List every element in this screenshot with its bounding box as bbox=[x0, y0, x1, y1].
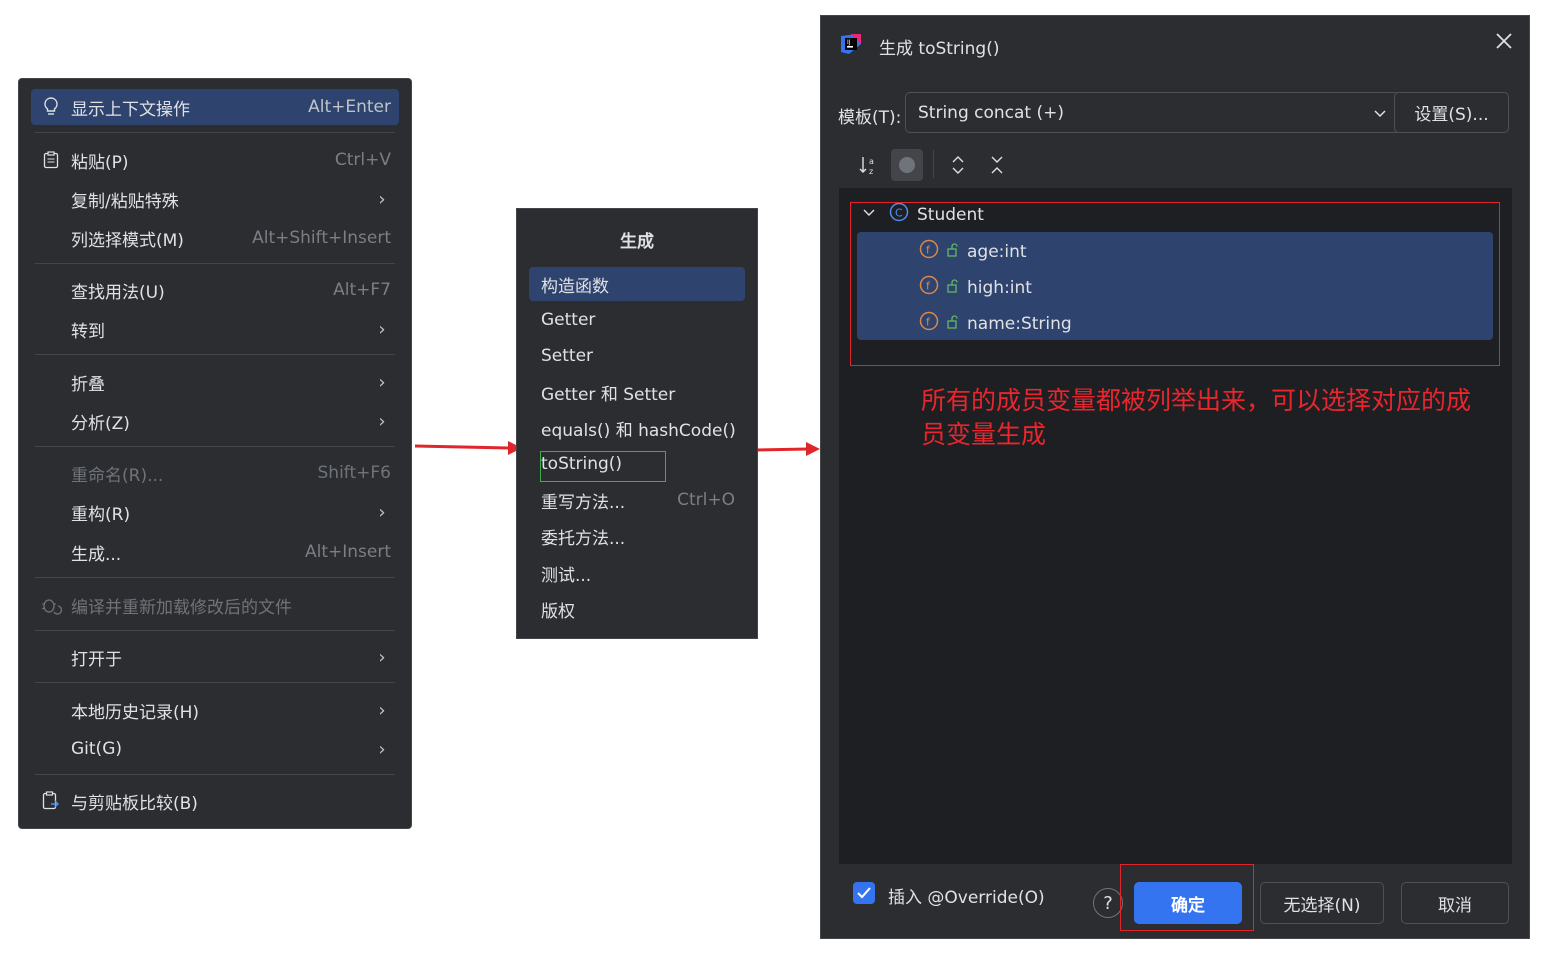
cancel-button[interactable]: 取消 bbox=[1401, 882, 1509, 924]
ok-button[interactable]: 确定 bbox=[1134, 882, 1242, 924]
settings-button[interactable]: 设置(S)... bbox=[1394, 92, 1509, 133]
template-label: 模板(T): bbox=[838, 108, 902, 128]
svg-text:z: z bbox=[869, 167, 873, 176]
gen-item-override-methods[interactable]: 重写方法... Ctrl+O bbox=[529, 483, 745, 517]
popup-title: 生成 bbox=[620, 232, 654, 252]
dialog-title: 生成 toString() bbox=[879, 39, 1000, 59]
gen-item-test[interactable]: 测试... bbox=[529, 556, 745, 590]
sort-alpha-icon[interactable]: az bbox=[854, 150, 884, 180]
gen-item-getter[interactable]: Getter bbox=[529, 303, 745, 337]
gen-item-label: 构造函数 bbox=[541, 276, 609, 297]
intellij-logo-icon: IJ bbox=[839, 32, 863, 61]
gen-item-label: 重写方法... bbox=[541, 492, 626, 513]
annotation-note: 所有的成员变量都被列举出来，可以选择对应的成员变量生成 bbox=[921, 386, 1472, 449]
close-icon[interactable] bbox=[1493, 30, 1515, 52]
toolbar-separator bbox=[933, 150, 934, 178]
gen-item-label: Getter bbox=[541, 310, 596, 330]
chevron-down-icon bbox=[1373, 103, 1387, 123]
expand-all-icon[interactable] bbox=[943, 150, 973, 180]
gen-item-copyright[interactable]: 版权 bbox=[529, 592, 745, 626]
template-dropdown[interactable]: String concat (+) bbox=[905, 92, 1400, 133]
red-arrow-icon bbox=[414, 441, 522, 455]
gen-item-shortcut: Ctrl+O bbox=[677, 490, 735, 510]
generate-tostring-dialog: IJ 生成 toString() 模板(T): String concat (+… bbox=[820, 15, 1530, 939]
highlight-box-fields bbox=[850, 202, 1500, 366]
collapse-all-icon[interactable] bbox=[982, 150, 1012, 180]
gen-item-label: Setter bbox=[541, 346, 594, 366]
gen-item-constructor[interactable]: 构造函数 bbox=[529, 267, 745, 301]
generate-popup: 生成 构造函数 Getter Setter Getter 和 Setter eq… bbox=[516, 208, 758, 639]
override-checkbox[interactable] bbox=[853, 882, 875, 904]
show-inherited-icon[interactable] bbox=[891, 149, 923, 181]
help-button[interactable]: ? bbox=[1093, 888, 1123, 918]
select-none-button[interactable]: 无选择(N) bbox=[1260, 882, 1384, 924]
gen-item-label: 测试... bbox=[541, 565, 592, 586]
template-value: String concat (+) bbox=[918, 102, 1065, 123]
gen-item-label: 版权 bbox=[541, 601, 575, 622]
member-tree: C Student f age:int f high:int f name:St… bbox=[839, 188, 1512, 864]
svg-text:IJ: IJ bbox=[847, 39, 851, 46]
gen-item-label: equals() 和 hashCode() bbox=[541, 420, 736, 441]
svg-text:a: a bbox=[869, 157, 874, 166]
red-arrow-icon bbox=[755, 442, 820, 456]
highlight-box-tostring bbox=[540, 451, 666, 482]
gen-item-label: Getter 和 Setter bbox=[541, 384, 676, 405]
gen-item-setter[interactable]: Setter bbox=[529, 339, 745, 373]
gen-item-equals-hashcode[interactable]: equals() 和 hashCode() bbox=[529, 411, 745, 445]
gen-item-label: 委托方法... bbox=[541, 528, 626, 549]
gen-item-delegate-methods[interactable]: 委托方法... bbox=[529, 519, 745, 553]
override-label[interactable]: 插入 @Override(O) bbox=[888, 883, 1045, 908]
gen-item-getter-setter[interactable]: Getter 和 Setter bbox=[529, 375, 745, 409]
